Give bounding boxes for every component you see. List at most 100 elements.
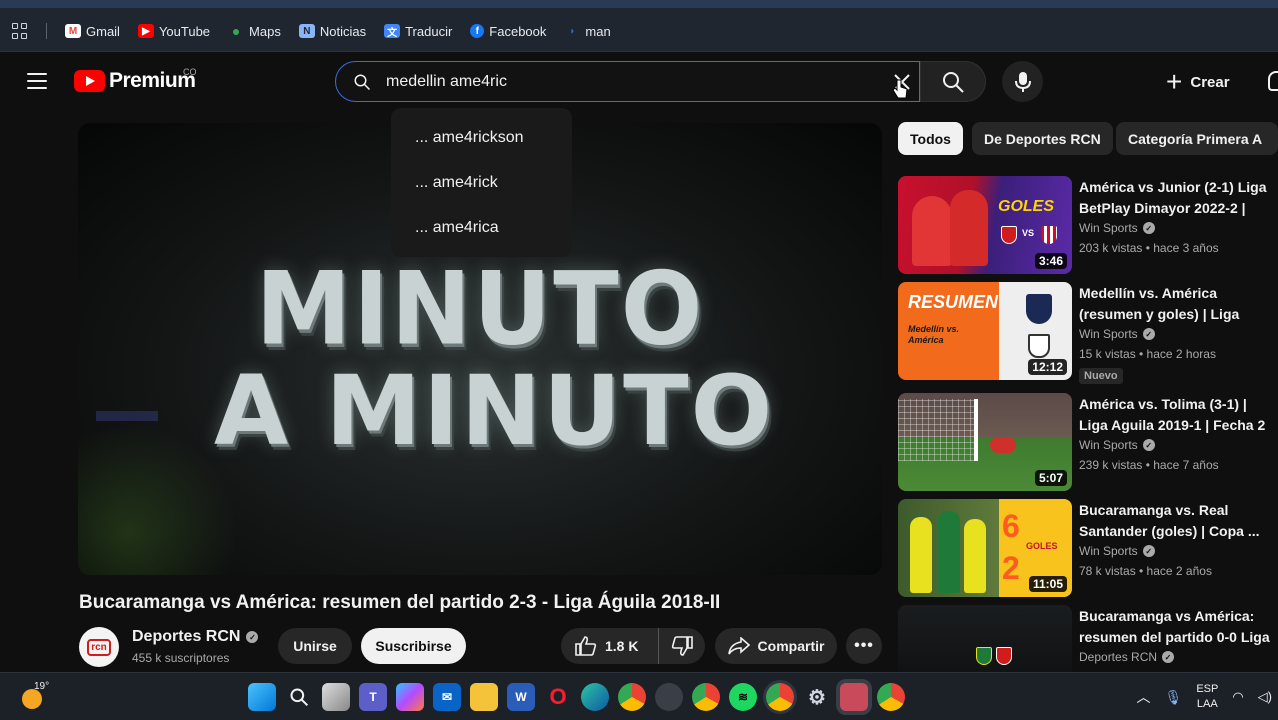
search-icon	[943, 71, 964, 93]
bookmark-youtube[interactable]: ▶ YouTube	[137, 23, 211, 39]
apps-grid-icon[interactable]	[12, 23, 28, 39]
chrome-icon[interactable]	[692, 683, 720, 711]
related-channel[interactable]: Win Sports ✓	[1079, 327, 1155, 341]
verified-icon: ✓	[1142, 439, 1155, 451]
voice-search-button[interactable]	[1002, 61, 1043, 102]
facebook-icon: f	[470, 24, 485, 38]
related-channel[interactable]: Win Sports ✓	[1079, 544, 1155, 558]
dislike-button[interactable]	[659, 636, 705, 656]
screen: M Gmail ▶ YouTube ● Maps N Noticias 文 Tr…	[0, 0, 1278, 720]
related-video[interactable]: Bucaramanga vs América: resumen del part…	[898, 605, 1278, 672]
bookmark-label: Gmail	[86, 23, 120, 39]
video-thumbnail[interactable]: 6 2 GOLES 11:05	[898, 499, 1072, 597]
keyboard-layout: LAA	[1196, 698, 1218, 710]
chip-categoria-primera-a[interactable]: Categoría Primera A	[1116, 122, 1278, 155]
word-icon[interactable]: W	[507, 683, 535, 711]
weather-widget[interactable]: 19°	[20, 681, 49, 709]
wifi-icon[interactable]: ◠	[1232, 689, 1243, 705]
related-video[interactable]: 6 2 GOLES 11:05 Bucaramanga vs. Real San…	[898, 499, 1278, 599]
language-indicator[interactable]: ESP LAA	[1196, 682, 1218, 712]
channel-name[interactable]: Deportes RCN ✓	[132, 628, 259, 646]
mail-icon[interactable]: ✉	[433, 683, 461, 711]
windows-start-icon[interactable]	[248, 683, 276, 711]
settings-gear-icon[interactable]: ⚙	[803, 683, 831, 711]
related-channel[interactable]: Win Sports ✓	[1079, 438, 1155, 452]
spotify-icon[interactable]: ≋	[729, 683, 757, 711]
related-video-title: Medellín vs. América (resumen y goles) |…	[1079, 285, 1240, 322]
copilot-icon[interactable]	[396, 683, 424, 711]
thumbnail-caption: GOLES	[1026, 541, 1058, 551]
thumbnail-caption: RESUMEN	[908, 292, 999, 312]
related-video-meta: 78 k vistas • hace 2 años	[1079, 564, 1212, 578]
thumbnail-players	[912, 196, 952, 266]
related-video[interactable]: 5:07 América vs. Tolima (3-1) | Liga Agu…	[898, 393, 1278, 493]
chip-todos[interactable]: Todos	[898, 122, 963, 155]
youtube-icon: ▶	[137, 24, 154, 38]
edge-icon[interactable]	[581, 683, 609, 711]
video-thumbnail[interactable]	[898, 605, 1072, 672]
browser-tab-strip-edge	[0, 0, 1278, 8]
chrome-icon[interactable]	[877, 683, 905, 711]
related-channel[interactable]: Deportes RCN ✓	[1079, 650, 1175, 664]
related-video[interactable]: RESUMEN Medellín vs. América 12:12 Medel…	[898, 282, 1278, 384]
vs-text: VS	[1022, 228, 1035, 238]
club-badge-icon	[1028, 334, 1050, 358]
file-explorer-icon[interactable]	[470, 683, 498, 711]
video-duration: 11:05	[1028, 576, 1067, 592]
goal-net	[898, 399, 978, 461]
video-thumbnail[interactable]: 5:07	[898, 393, 1072, 491]
video-thumbnail[interactable]: GOLES VS 3:46	[898, 176, 1072, 274]
subscribe-button[interactable]: Suscribirse	[361, 628, 466, 664]
video-thumbnail[interactable]: RESUMEN Medellín vs. América 12:12	[898, 282, 1072, 380]
menu-icon[interactable]	[27, 73, 47, 89]
search-input[interactable]: medellin ame4ric	[335, 61, 920, 102]
opera-icon[interactable]: O	[544, 683, 572, 711]
bookmark-maps[interactable]: ● Maps	[228, 23, 281, 39]
chip-deportes-rcn[interactable]: De Deportes RCN	[972, 122, 1113, 155]
suggestion-item[interactable]: ... ame4rick	[391, 161, 572, 206]
create-button[interactable]: + Crear	[1166, 65, 1230, 99]
bookmark-news[interactable]: N Noticias	[298, 24, 366, 39]
related-video-meta: 15 k vistas • hace 2 horas	[1079, 347, 1216, 361]
join-button[interactable]: Unirse	[278, 628, 352, 664]
youtube-premium-logo[interactable]: Premium	[74, 69, 196, 93]
bookmark-facebook[interactable]: f Facebook	[470, 24, 546, 39]
bookmark-label: YouTube	[158, 23, 211, 39]
chrome-icon[interactable]	[618, 683, 646, 711]
verified-icon: ✓	[246, 631, 259, 643]
bookmark-man[interactable]: ◗ man	[564, 24, 610, 39]
chevron-up-icon[interactable]: ︿	[1137, 687, 1151, 707]
country-code: CO	[183, 67, 197, 77]
channel-avatar[interactable]: rcn	[79, 627, 119, 667]
volume-icon[interactable]: ◁)	[1258, 689, 1272, 705]
like-button[interactable]: 1.8 K	[561, 628, 659, 664]
microphone-icon	[1014, 71, 1031, 92]
channel-name-text: Deportes RCN	[132, 628, 241, 645]
search-icon[interactable]	[285, 683, 313, 711]
browser-bookmarks-bar: M Gmail ▶ YouTube ● Maps N Noticias 文 Tr…	[0, 0, 1278, 52]
related-video-title: Bucaramanga vs América: resumen del part…	[1079, 608, 1270, 645]
goalkeeper	[990, 437, 1016, 453]
notifications-icon[interactable]	[1268, 71, 1278, 91]
suggestion-item[interactable]: ... ame4rica	[391, 206, 572, 251]
new-badge: Nuevo	[1079, 368, 1123, 384]
task-view-icon[interactable]	[322, 683, 350, 711]
teams-icon[interactable]: T	[359, 683, 387, 711]
share-button[interactable]: Compartir	[715, 628, 837, 664]
related-video-meta: 203 k vistas • hace 3 años	[1079, 241, 1219, 255]
related-video[interactable]: GOLES VS 3:46 América vs Junior (2-1) Li…	[898, 176, 1278, 276]
chrome-profile-icon[interactable]	[655, 683, 683, 711]
bookmark-translate[interactable]: 文 Traducir	[384, 24, 452, 39]
related-channel[interactable]: Win Sports ✓	[1079, 221, 1155, 235]
suggestion-item[interactable]: ... ame4rickson	[391, 116, 572, 161]
system-tray: ︿ 🎙︎ ESP LAA ◠ ◁)	[1137, 673, 1278, 720]
screen-recorder-icon[interactable]	[840, 683, 868, 711]
microphone-tray-icon[interactable]: 🎙︎	[1165, 689, 1183, 706]
chrome-active-icon[interactable]	[766, 683, 794, 711]
more-actions-button[interactable]: •••	[846, 628, 882, 664]
share-label: Compartir	[757, 638, 825, 654]
bookmark-gmail[interactable]: M Gmail	[65, 24, 120, 39]
thumbnail-players	[910, 517, 932, 593]
search-button[interactable]	[920, 61, 986, 102]
video-title: Bucaramanga vs América: resumen del part…	[79, 592, 721, 613]
